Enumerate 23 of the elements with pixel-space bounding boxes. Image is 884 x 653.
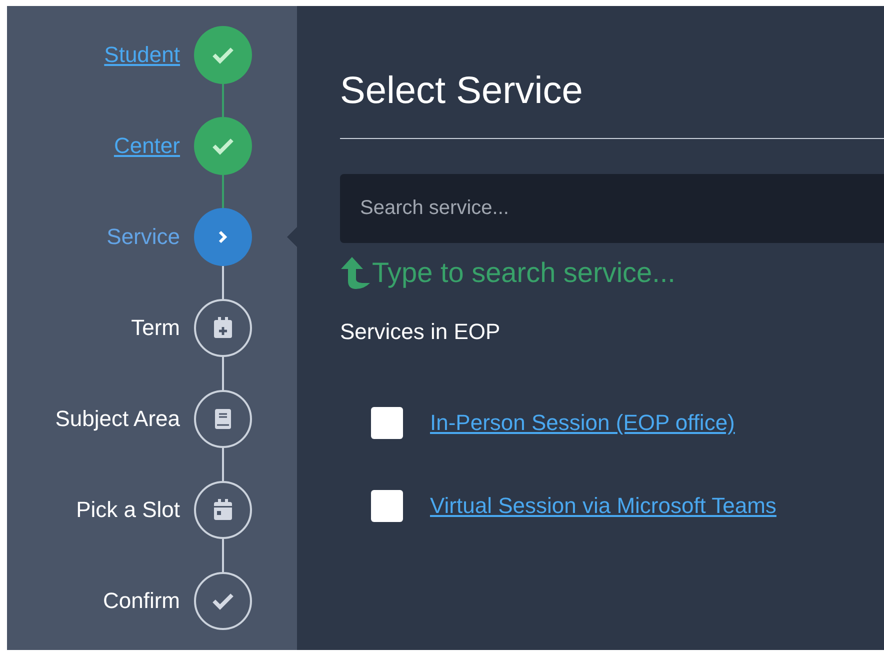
calendar-plus-icon: [213, 316, 233, 338]
calendar-icon: [213, 498, 233, 520]
search-hint: Type to search service...: [372, 257, 676, 289]
check-icon: [212, 592, 234, 610]
step-label: Confirm: [102, 588, 180, 614]
chevron-right-icon: [218, 230, 228, 244]
step-label: Service: [106, 224, 180, 250]
service-link[interactable]: Virtual Session via Microsoft Teams: [430, 493, 776, 519]
step-label: Subject Area: [55, 406, 180, 432]
book-icon: [214, 408, 232, 430]
step-link[interactable]: Center: [114, 132, 180, 158]
search-field[interactable]: Search service...: [340, 174, 884, 243]
arrow-up-icon: [340, 257, 370, 289]
step-label: Pick a Slot: [76, 496, 180, 522]
checkbox[interactable]: [371, 407, 403, 439]
section-label: Services in EOP: [340, 319, 502, 345]
step-label: Term: [131, 314, 180, 340]
check-icon: [212, 136, 234, 154]
service-link[interactable]: In-Person Session (EOP office): [430, 410, 735, 436]
step-link[interactable]: Student: [104, 42, 180, 68]
page-title: Select Service: [340, 69, 584, 114]
check-icon: [212, 46, 234, 64]
checkbox[interactable]: [371, 490, 403, 522]
